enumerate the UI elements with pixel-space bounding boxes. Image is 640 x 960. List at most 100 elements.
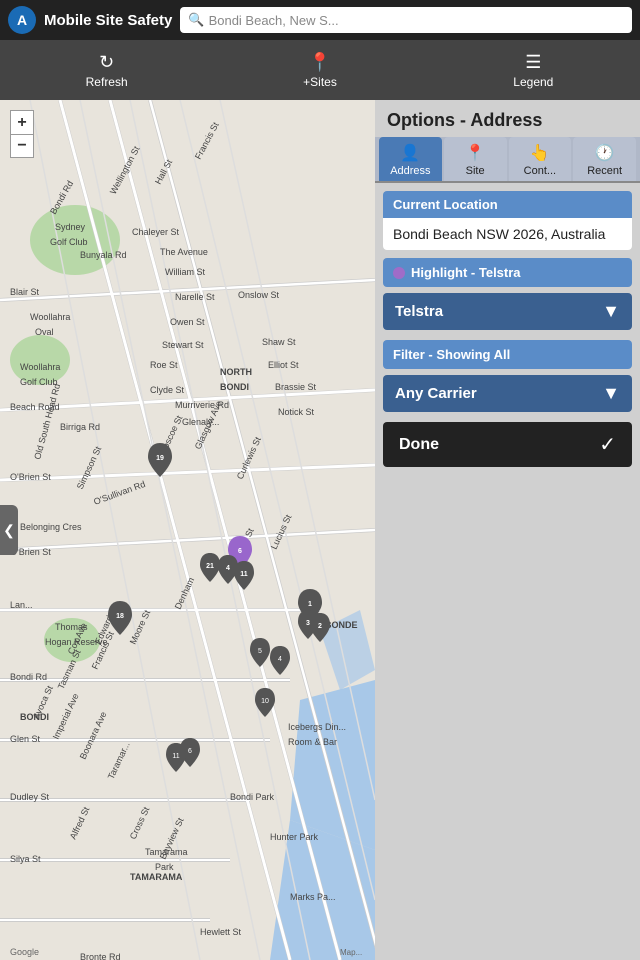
svg-text:Bondi Park: Bondi Park (230, 792, 275, 802)
zoom-out-button[interactable]: − (10, 134, 34, 158)
svg-text:O'Brien St: O'Brien St (10, 472, 51, 482)
svg-text:Lan...: Lan... (10, 600, 33, 610)
svg-text:Hewlett St: Hewlett St (200, 927, 242, 937)
svg-text:Clyde St: Clyde St (150, 385, 185, 395)
svg-text:6: 6 (238, 548, 242, 555)
refresh-label: Refresh (86, 75, 128, 89)
svg-text:2: 2 (318, 623, 322, 630)
svg-text:Onslow St: Onslow St (238, 290, 280, 300)
telstra-dropdown-label: Telstra (395, 303, 443, 320)
svg-text:NORTH: NORTH (220, 367, 252, 377)
svg-text:Google: Google (10, 947, 39, 957)
contact-tab-icon: 👆 (530, 143, 550, 163)
svg-text:Elliot St: Elliot St (268, 360, 299, 370)
done-button[interactable]: Done ✓ (383, 422, 632, 467)
svg-text:11: 11 (240, 571, 248, 578)
highlight-label: Highlight - Telstra (411, 265, 521, 280)
panel-toggle-handle[interactable]: ❮ (0, 505, 18, 555)
svg-text:Birriga Rd: Birriga Rd (60, 422, 100, 432)
svg-text:Roe St: Roe St (150, 360, 178, 370)
filter-row: Filter - Showing All (383, 340, 632, 369)
refresh-icon: ↻ (99, 52, 114, 73)
tab-contact[interactable]: 👆 Cont... (509, 137, 572, 181)
svg-text:Hunter Park: Hunter Park (270, 832, 319, 842)
svg-text:Bronte Rd: Bronte Rd (80, 952, 121, 960)
carrier-dropdown-arrow-icon: ▼ (602, 383, 620, 404)
svg-text:Map...: Map... (340, 948, 362, 957)
svg-text:Blair St: Blair St (10, 287, 40, 297)
current-location-value: Bondi Beach NSW 2026, Australia (383, 218, 632, 250)
svg-text:Park: Park (155, 862, 174, 872)
legend-icon: ☰ (525, 52, 541, 73)
svg-text:3: 3 (306, 620, 310, 627)
zoom-controls: + − (10, 110, 34, 158)
panel-title: Options - Address (375, 100, 640, 137)
done-label: Done (399, 436, 439, 454)
svg-text:TAMARAMA: TAMARAMA (130, 872, 183, 882)
tab-bar: 👤 Address 📍 Site 👆 Cont... 🕐 Recent (375, 137, 640, 183)
svg-text:Narelle St: Narelle St (175, 292, 215, 302)
zoom-in-button[interactable]: + (10, 110, 34, 134)
svg-text:Murriverie Rd: Murriverie Rd (175, 400, 229, 410)
refresh-button[interactable]: ↻ Refresh (0, 40, 213, 100)
legend-label: Legend (513, 75, 553, 89)
svg-text:Glen St: Glen St (10, 734, 41, 744)
svg-text:Shaw St: Shaw St (262, 337, 296, 347)
search-bar[interactable]: 🔍 Bondi Beach, New S... (180, 7, 632, 33)
carrier-dropdown[interactable]: Any Carrier ▼ (383, 375, 632, 412)
svg-text:William St: William St (165, 267, 205, 277)
recent-tab-icon: 🕐 (595, 143, 615, 163)
current-location-label: Current Location (383, 191, 632, 218)
legend-button[interactable]: ☰ Legend (427, 40, 640, 100)
svg-text:19: 19 (156, 455, 164, 462)
map-area[interactable]: Bondi Rd Wellington St Hall St Francis S… (0, 100, 375, 960)
svg-text:Bondi Rd: Bondi Rd (10, 672, 47, 682)
current-location-section: Current Location Bondi Beach NSW 2026, A… (383, 191, 632, 250)
tab-recent-label: Recent (587, 165, 622, 177)
tab-recent[interactable]: 🕐 Recent (573, 137, 636, 181)
telstra-dropdown-arrow-icon: ▼ (602, 301, 620, 322)
carrier-dropdown-label: Any Carrier (395, 385, 477, 402)
svg-text:Dudley St: Dudley St (10, 792, 50, 802)
chevron-left-icon: ❮ (3, 522, 15, 539)
options-panel: Options - Address 👤 Address 📍 Site 👆 Con… (375, 100, 640, 960)
app-title: Mobile Site Safety (44, 12, 172, 29)
svg-text:Glenaly...: Glenaly... (182, 417, 219, 427)
highlight-dot-icon (393, 267, 405, 279)
search-icon: 🔍 (188, 12, 204, 28)
svg-text:5: 5 (258, 648, 262, 655)
svg-text:18: 18 (116, 613, 124, 620)
app-logo: A (8, 6, 36, 34)
tab-address[interactable]: 👤 Address (379, 137, 442, 181)
sites-button[interactable]: 📍 +Sites (213, 40, 426, 100)
site-tab-icon: 📍 (465, 143, 485, 163)
svg-text:10: 10 (261, 698, 269, 705)
svg-text:Chaleyer St: Chaleyer St (132, 227, 180, 237)
highlight-row: Highlight - Telstra (383, 258, 632, 287)
main-content: Bondi Rd Wellington St Hall St Francis S… (0, 100, 640, 960)
svg-text:4: 4 (226, 565, 230, 572)
svg-text:6: 6 (188, 748, 192, 755)
svg-text:The Avenue: The Avenue (160, 247, 208, 257)
telstra-dropdown[interactable]: Telstra ▼ (383, 293, 632, 330)
svg-text:Woollahra: Woollahra (30, 312, 70, 322)
svg-text:Bunyala Rd: Bunyala Rd (80, 250, 127, 260)
svg-text:Notick St: Notick St (278, 407, 315, 417)
tab-site-label: Site (466, 165, 485, 177)
filter-label: Filter - Showing All (393, 347, 510, 362)
tab-site[interactable]: 📍 Site (444, 137, 507, 181)
svg-text:Belonging Cres: Belonging Cres (20, 522, 82, 532)
svg-text:Golf Club: Golf Club (50, 237, 88, 247)
svg-text:Oval: Oval (35, 327, 54, 337)
svg-text:Marks Pa...: Marks Pa... (290, 892, 336, 902)
svg-text:Woollahra: Woollahra (20, 362, 60, 372)
svg-text:Silya St: Silya St (10, 854, 41, 864)
svg-text:4: 4 (278, 656, 282, 663)
tab-contact-label: Cont... (524, 165, 556, 177)
svg-text:BONDI: BONDI (220, 382, 249, 392)
svg-text:1: 1 (308, 601, 312, 608)
svg-text:Room & Bar: Room & Bar (288, 737, 337, 747)
sites-icon: 📍 (309, 52, 331, 73)
search-text: Bondi Beach, New S... (209, 13, 339, 28)
sites-label: +Sites (303, 75, 337, 89)
